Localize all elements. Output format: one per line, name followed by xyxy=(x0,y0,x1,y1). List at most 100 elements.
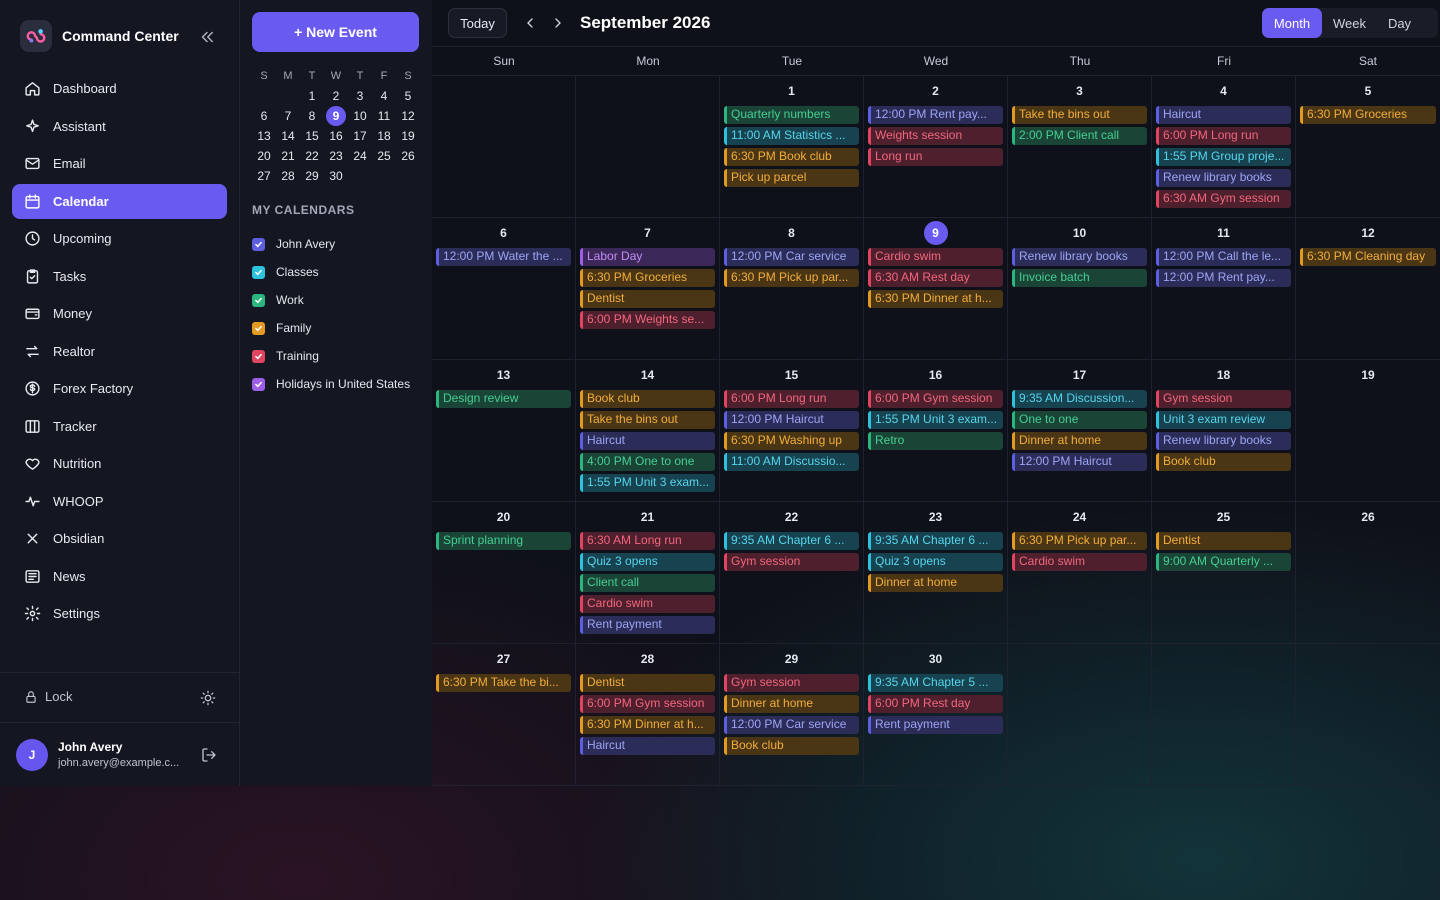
lock-button[interactable]: Lock xyxy=(24,689,72,704)
event-chip[interactable]: 6:30 PM Pick up par... xyxy=(724,269,859,287)
event-chip[interactable]: 12:00 PM Call the le... xyxy=(1156,248,1291,266)
sidebar-item-assistant[interactable]: Assistant xyxy=(12,109,227,144)
day-cell-empty[interactable] xyxy=(1296,644,1440,786)
sidebar-item-settings[interactable]: Settings xyxy=(12,596,227,631)
new-event-button[interactable]: + New Event xyxy=(252,12,419,52)
event-chip[interactable]: 1:55 PM Unit 3 exam... xyxy=(868,411,1003,429)
event-chip[interactable]: 6:00 PM Gym session xyxy=(868,390,1003,408)
event-chip[interactable]: Dinner at home xyxy=(1012,432,1147,450)
view-day-button[interactable]: Day xyxy=(1377,8,1422,38)
event-chip[interactable]: 4:00 PM One to one xyxy=(580,453,715,471)
day-cell[interactable]: 25 Dentist 9:00 AM Quarterly ... xyxy=(1152,502,1296,644)
event-chip[interactable]: Book club xyxy=(724,737,859,755)
day-cell-empty[interactable] xyxy=(576,76,720,218)
event-chip[interactable]: Take the bins out xyxy=(580,411,715,429)
event-chip[interactable]: Dinner at home xyxy=(724,695,859,713)
event-chip[interactable]: 11:00 AM Discussio... xyxy=(724,453,859,471)
mini-day[interactable]: 29 xyxy=(300,166,324,186)
day-cell[interactable]: 1 Quarterly numbers 11:00 AM Statistics ..… xyxy=(720,76,864,218)
event-chip[interactable]: Haircut xyxy=(1156,106,1291,124)
event-chip[interactable]: 1:55 PM Group proje... xyxy=(1156,148,1291,166)
event-chip[interactable]: Renew library books xyxy=(1156,169,1291,187)
day-cell[interactable]: 26 xyxy=(1296,502,1440,644)
event-chip[interactable]: Weights session xyxy=(868,127,1003,145)
today-button[interactable]: Today xyxy=(448,8,507,38)
event-chip[interactable]: Rent payment xyxy=(580,616,715,634)
event-chip[interactable]: 12:00 PM Haircut xyxy=(1012,453,1147,471)
event-chip[interactable]: Invoice batch xyxy=(1012,269,1147,287)
day-cell[interactable]: 27 6:30 PM Take the bi... xyxy=(432,644,576,786)
day-cell[interactable]: 18 Gym session Unit 3 exam review Renew lib… xyxy=(1152,360,1296,502)
event-chip[interactable]: Haircut xyxy=(580,737,715,755)
mini-day[interactable]: 25 xyxy=(372,146,396,166)
chevron-right-icon[interactable] xyxy=(550,14,566,32)
theme-toggle-icon[interactable] xyxy=(200,690,216,706)
sidebar-item-upcoming[interactable]: Upcoming xyxy=(12,221,227,256)
event-chip[interactable]: Quiz 3 opens xyxy=(580,553,715,571)
day-cell-empty[interactable] xyxy=(432,76,576,218)
day-cell[interactable]: 22 9:35 AM Chapter 6 ... Gym session xyxy=(720,502,864,644)
mini-day[interactable]: 27 xyxy=(252,166,276,186)
checkbox-check-icon[interactable] xyxy=(252,293,265,307)
event-chip[interactable]: 6:30 PM Take the bi... xyxy=(436,674,571,692)
event-chip[interactable]: Cardio swim xyxy=(580,595,715,613)
view-week-button[interactable]: Week xyxy=(1322,8,1377,38)
event-chip[interactable]: 6:30 AM Long run xyxy=(580,532,715,550)
mini-day[interactable]: 20 xyxy=(252,146,276,166)
event-chip[interactable]: Cardio swim xyxy=(1012,553,1147,571)
day-cell[interactable]: 20 Sprint planning xyxy=(432,502,576,644)
event-chip[interactable]: 6:30 AM Rest day xyxy=(868,269,1003,287)
calendar-toggle-holidays-in-united-states[interactable]: Holidays in United States xyxy=(252,370,410,398)
sidebar-item-nutrition[interactable]: Nutrition xyxy=(12,446,227,481)
mini-day[interactable]: 10 xyxy=(348,106,372,126)
day-cell[interactable]: 17 9:35 AM Discussion... One to one Dinner … xyxy=(1008,360,1152,502)
day-cell[interactable]: 11 12:00 PM Call the le... 12:00 PM Rent p… xyxy=(1152,218,1296,360)
sidebar-item-forex-factory[interactable]: Forex Factory xyxy=(12,371,227,406)
mini-day[interactable]: 14 xyxy=(276,126,300,146)
calendar-toggle-training[interactable]: Training xyxy=(252,342,410,370)
day-cell[interactable]: 29 Gym session Dinner at home 12:00 PM Car … xyxy=(720,644,864,786)
day-cell[interactable]: 21 6:30 AM Long run Quiz 3 opens Client cal… xyxy=(576,502,720,644)
event-chip[interactable]: 6:00 PM Long run xyxy=(1156,127,1291,145)
mini-day[interactable]: 30 xyxy=(324,166,348,186)
collapse-sidebar-icon[interactable] xyxy=(198,28,216,46)
event-chip[interactable]: 2:00 PM Client call xyxy=(1012,127,1147,145)
mini-day[interactable]: 4 xyxy=(372,86,396,106)
day-cell[interactable]: 28 Dentist 6:00 PM Gym session 6:30 PM Dinn… xyxy=(576,644,720,786)
event-chip[interactable]: 6:30 PM Dinner at h... xyxy=(580,716,715,734)
day-cell[interactable]: 19 xyxy=(1296,360,1440,502)
day-cell[interactable]: 23 9:35 AM Chapter 6 ... Quiz 3 opens Dinne… xyxy=(864,502,1008,644)
sidebar-item-calendar[interactable]: Calendar xyxy=(12,183,227,219)
event-chip[interactable]: Quarterly numbers xyxy=(724,106,859,124)
day-cell-empty[interactable] xyxy=(1152,644,1296,786)
event-chip[interactable]: Gym session xyxy=(724,674,859,692)
event-chip[interactable]: 9:35 AM Discussion... xyxy=(1012,390,1147,408)
checkbox-check-icon[interactable] xyxy=(252,321,265,335)
mini-day[interactable]: 5 xyxy=(396,86,420,106)
checkbox-check-icon[interactable] xyxy=(252,349,265,363)
checkbox-check-icon[interactable] xyxy=(252,265,265,279)
checkbox-check-icon[interactable] xyxy=(252,237,265,251)
mini-day[interactable]: 23 xyxy=(324,146,348,166)
event-chip[interactable]: Book club xyxy=(580,390,715,408)
event-chip[interactable]: 6:30 PM Pick up par... xyxy=(1012,532,1147,550)
mini-day[interactable]: 28 xyxy=(276,166,300,186)
mini-day[interactable]: 6 xyxy=(252,106,276,126)
sidebar-item-tasks[interactable]: Tasks xyxy=(12,259,227,294)
event-chip[interactable]: Dentist xyxy=(580,290,715,308)
event-chip[interactable]: 12:00 PM Rent pay... xyxy=(868,106,1003,124)
chevron-left-icon[interactable] xyxy=(522,14,538,32)
event-chip[interactable]: Rent payment xyxy=(868,716,1003,734)
sidebar-item-obsidian[interactable]: Obsidian xyxy=(12,521,227,556)
day-cell-empty[interactable] xyxy=(1008,644,1152,786)
logout-icon[interactable] xyxy=(201,747,217,763)
event-chip[interactable]: Haircut xyxy=(580,432,715,450)
event-chip[interactable]: 9:00 AM Quarterly ... xyxy=(1156,553,1291,571)
event-chip[interactable]: Quiz 3 opens xyxy=(868,553,1003,571)
mini-day[interactable]: 11 xyxy=(372,106,396,126)
checkbox-check-icon[interactable] xyxy=(252,377,265,391)
event-chip[interactable]: Dinner at home xyxy=(868,574,1003,592)
event-chip[interactable]: 6:00 PM Weights se... xyxy=(580,311,715,329)
day-cell[interactable]: 30 9:35 AM Chapter 5 ... 6:00 PM Rest day R… xyxy=(864,644,1008,786)
event-chip[interactable]: 12:00 PM Car service xyxy=(724,248,859,266)
